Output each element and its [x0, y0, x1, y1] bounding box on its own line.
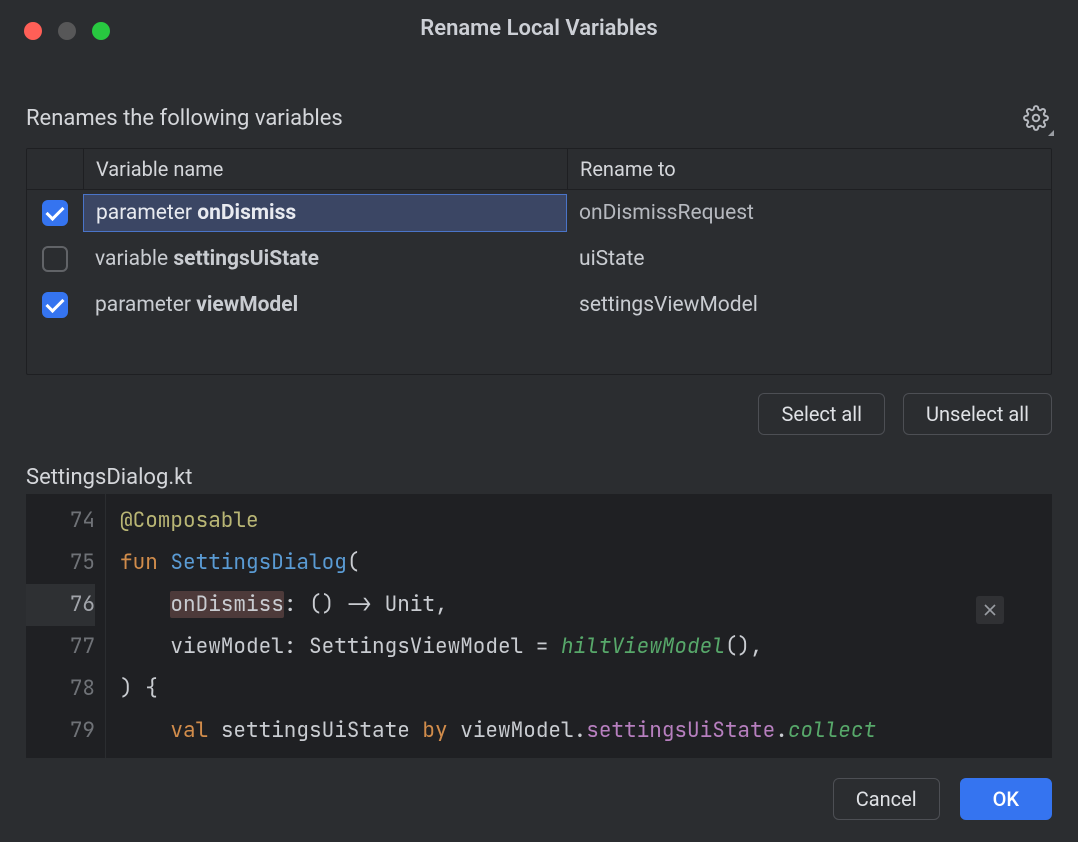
col-variable-name[interactable]: Variable name [83, 149, 567, 189]
table-row[interactable]: parameter onDismiss [27, 190, 1051, 236]
filename-label: SettingsDialog.kt [26, 435, 1052, 494]
variable-name: onDismiss [197, 201, 296, 225]
code-line: onDismiss: () -> Unit, [120, 584, 1052, 626]
variables-table: Variable name Rename to parameter onDism… [26, 148, 1052, 375]
code-line: fun SettingsDialog( [120, 542, 1052, 584]
window-close-icon[interactable] [24, 22, 42, 40]
code-line: viewModel: SettingsViewModel = hiltViewM… [120, 626, 1052, 668]
window-minimize-icon [58, 22, 76, 40]
settings-button[interactable] [1020, 102, 1052, 134]
table-row[interactable]: parameter viewModelsettingsViewModel [27, 282, 1051, 328]
rename-input[interactable] [579, 201, 1039, 225]
cancel-button[interactable]: Cancel [833, 778, 940, 820]
row-checkbox[interactable] [42, 246, 68, 272]
window-title: Rename Local Variables [0, 16, 1078, 41]
line-number: 78 [26, 668, 95, 710]
variable-name: viewModel [196, 293, 298, 317]
close-preview-button[interactable] [976, 596, 1004, 624]
col-rename-to[interactable]: Rename to [567, 149, 1051, 189]
table-header: Variable name Rename to [27, 149, 1051, 190]
unselect-all-button[interactable]: Unselect all [903, 393, 1052, 435]
code-body[interactable]: @Composablefun SettingsDialog( onDismiss… [106, 494, 1052, 758]
variable-kind: parameter [96, 201, 197, 225]
table-row[interactable]: variable settingsUiStateuiState [27, 236, 1051, 282]
line-number: 76 [26, 584, 95, 626]
gear-icon [1023, 105, 1049, 131]
code-line: ) { [120, 668, 1052, 710]
variable-kind: variable [95, 247, 173, 271]
menu-indicator-icon [1048, 130, 1054, 136]
row-checkbox-cell [27, 194, 83, 232]
code-line: @Composable [120, 500, 1052, 542]
line-number: 79 [26, 710, 95, 752]
ok-button[interactable]: OK [960, 778, 1052, 820]
select-all-button[interactable]: Select all [758, 393, 885, 435]
titlebar: Rename Local Variables [0, 0, 1078, 56]
traffic-lights [24, 22, 110, 40]
row-checkbox[interactable] [42, 292, 68, 318]
subheader: Renames the following variables [26, 106, 343, 131]
row-checkbox-cell [27, 286, 83, 324]
code-line: val settingsUiState by viewModel.setting… [120, 710, 1052, 752]
window-maximize-icon[interactable] [92, 22, 110, 40]
line-number: 75 [26, 542, 95, 584]
variable-kind: parameter [95, 293, 196, 317]
line-number: 74 [26, 500, 95, 542]
variable-name-cell[interactable]: variable settingsUiState [83, 241, 567, 277]
rename-to-cell[interactable]: settingsViewModel [567, 287, 1051, 323]
col-checkbox [27, 161, 83, 177]
line-gutter: 747576777879 [26, 494, 106, 758]
rename-to-cell[interactable]: uiState [567, 241, 1051, 277]
variable-name-cell[interactable]: parameter onDismiss [83, 194, 567, 232]
variable-name: settingsUiState [173, 247, 319, 271]
row-checkbox-cell [27, 240, 83, 278]
table-footer-spacer [27, 328, 1051, 374]
close-icon [983, 603, 997, 617]
code-preview: 747576777879 @Composablefun SettingsDial… [26, 494, 1052, 758]
rename-to-cell[interactable] [567, 195, 1051, 231]
line-number: 77 [26, 626, 95, 668]
variable-name-cell[interactable]: parameter viewModel [83, 287, 567, 323]
row-checkbox[interactable] [42, 200, 68, 226]
